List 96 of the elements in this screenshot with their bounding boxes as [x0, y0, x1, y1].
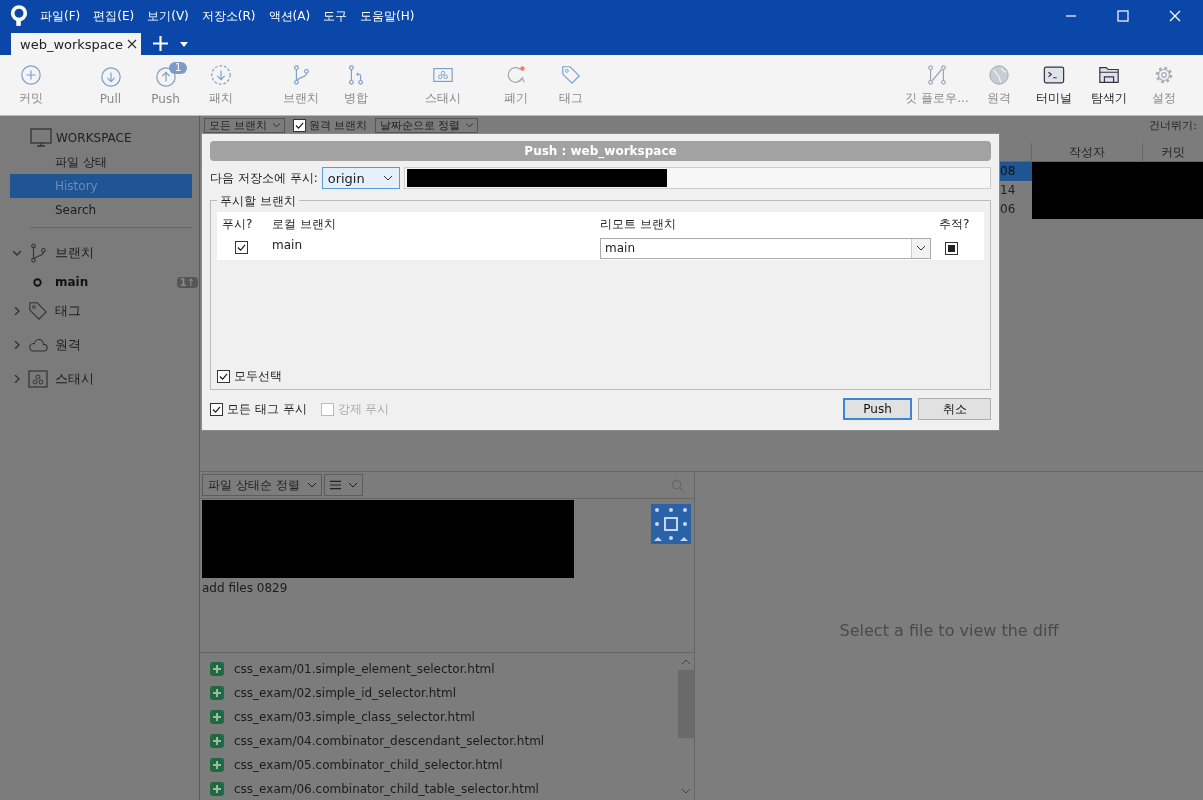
- file-path[interactable]: css_exam/04.combinator_descendant_selector.html: [234, 734, 545, 748]
- checkbox-label: 모든 태그 푸시: [227, 400, 307, 418]
- checkbox-label: 강제 푸시: [337, 400, 390, 418]
- remote-dropdown[interactable]: origin: [321, 167, 400, 189]
- checkbox[interactable]: [945, 241, 958, 255]
- menu-item[interactable]: 편집(E): [93, 7, 135, 25]
- column-header: 리모트 브랜치: [600, 215, 677, 233]
- tree-group-label[interactable]: 브랜치: [55, 244, 94, 262]
- added-file-icon: [210, 710, 224, 724]
- checkbox[interactable]: [292, 118, 306, 132]
- menu-item[interactable]: 파일(F): [40, 7, 81, 25]
- chevron-down-icon: [383, 175, 392, 181]
- column-header: 추적?: [938, 215, 971, 233]
- folder-icon: [1097, 64, 1120, 86]
- table-cell[interactable]: 06: [1000, 200, 1032, 219]
- section-heading: WORKSPACE: [56, 131, 132, 145]
- branch-icon: [29, 243, 47, 263]
- stash-box-icon: [28, 370, 48, 388]
- file-path[interactable]: css_exam/05.combinator_child_selector.html: [234, 758, 503, 772]
- commit-message: add files 0829: [202, 581, 289, 595]
- chevron-down-icon: [272, 122, 280, 128]
- chevron-down-icon: [465, 122, 473, 128]
- monitor-icon: [30, 128, 52, 148]
- explorer-button[interactable]: 탐색기: [1081, 60, 1136, 110]
- caret-icon[interactable]: [180, 42, 188, 47]
- sort-dropdown[interactable]: 파일 상태순 정렬: [202, 474, 322, 496]
- view-mode-dropdown[interactable]: [323, 474, 363, 496]
- url-field[interactable]: [403, 167, 991, 189]
- chevron-right-icon[interactable]: [13, 375, 21, 383]
- chevron-down-icon: [917, 245, 925, 251]
- cancel-button[interactable]: 취소: [918, 398, 991, 420]
- push-button[interactable]: Push: [843, 398, 912, 420]
- checkbox[interactable]: [210, 402, 223, 416]
- count-badge: 1: [169, 62, 188, 74]
- menu-item[interactable]: 도구: [323, 7, 348, 25]
- added-file-icon: [210, 758, 224, 772]
- maximize-icon[interactable]: [1117, 10, 1129, 22]
- chevron-right-icon[interactable]: [13, 307, 21, 315]
- group-label: 푸시할 브랜치: [217, 193, 299, 210]
- file-path[interactable]: css_exam/06.combinator_child_table_selector.html: [234, 782, 539, 796]
- checkbox-label: 모두선택: [234, 368, 282, 385]
- close-icon[interactable]: [127, 39, 137, 49]
- file-path[interactable]: css_exam/02.simple_id_selector.html: [234, 686, 457, 700]
- table-cell[interactable]: 14: [1000, 181, 1032, 200]
- list-icon: [329, 480, 341, 490]
- sidebar-item[interactable]: Search: [10, 198, 192, 222]
- sidebar-item[interactable]: History: [10, 174, 192, 198]
- tag-icon: [559, 64, 582, 86]
- dialog-title: Push : web_workspace: [210, 141, 991, 161]
- plus-circle-icon: [19, 64, 42, 86]
- down-arrow-circle-icon: [99, 65, 122, 88]
- added-file-icon: [210, 734, 224, 748]
- terminal-icon: [1042, 64, 1065, 86]
- tree-group-label[interactable]: 원격: [55, 336, 81, 354]
- field-label: 다음 저장소에 푸시:: [210, 169, 318, 187]
- remote-branch-dropdown[interactable]: main: [600, 237, 931, 259]
- cloud-icon: [28, 338, 48, 352]
- chevron-down-icon: [307, 482, 316, 488]
- file-path[interactable]: css_exam/03.simple_class_selector.html: [234, 710, 475, 724]
- repository-tab[interactable]: web_workspace: [11, 33, 141, 55]
- globe-icon: [987, 64, 1010, 86]
- chevron-right-icon[interactable]: [13, 341, 21, 349]
- added-file-icon: [210, 662, 224, 676]
- flow-icon: [926, 64, 948, 86]
- avatar-icon: [651, 504, 691, 544]
- app-logo-icon: [10, 5, 28, 27]
- menu-item[interactable]: 도움말(H): [360, 7, 415, 25]
- chevron-down-icon: [348, 482, 357, 488]
- sidebar-item[interactable]: 파일 상태: [10, 150, 192, 174]
- tree-group-label[interactable]: 태그: [55, 302, 81, 320]
- column-header: 로컬 브랜치: [272, 215, 337, 233]
- menu-item[interactable]: 보기(V): [147, 7, 189, 25]
- chevron-down-icon[interactable]: [13, 249, 21, 257]
- added-file-icon: [210, 782, 224, 796]
- menu-item[interactable]: 저장소(R): [201, 7, 256, 25]
- branch-name[interactable]: main: [55, 275, 164, 289]
- added-file-icon: [210, 686, 224, 700]
- jump-label: 건너뛰기:: [1149, 118, 1197, 132]
- filter-dropdown[interactable]: 날짜순으로 정렬: [375, 117, 478, 133]
- checkbox[interactable]: [217, 370, 230, 383]
- terminal-button[interactable]: 터미널: [1026, 60, 1081, 110]
- column-header[interactable]: 작성자: [1031, 143, 1142, 161]
- tree-group-label[interactable]: 스태시: [55, 370, 94, 388]
- table-cell-text: main: [272, 237, 303, 252]
- filter-dropdown[interactable]: 모든 브랜치: [204, 117, 285, 133]
- file-path[interactable]: css_exam/01.simple_element_selector.html: [234, 662, 495, 676]
- menu-item[interactable]: 액션(A): [268, 7, 311, 25]
- checkbox-label: 원격 브랜치: [308, 118, 367, 132]
- column-header[interactable]: 커밋: [1142, 143, 1203, 161]
- checkbox[interactable]: [235, 241, 248, 254]
- tag-icon: [28, 301, 48, 321]
- branch-dot-icon: [33, 277, 42, 287]
- table-cell[interactable]: 08: [1000, 162, 1032, 181]
- column-header: 푸시?: [221, 215, 254, 233]
- up-arrow-circle-icon: [154, 65, 177, 88]
- add-tab-icon[interactable]: [153, 36, 168, 51]
